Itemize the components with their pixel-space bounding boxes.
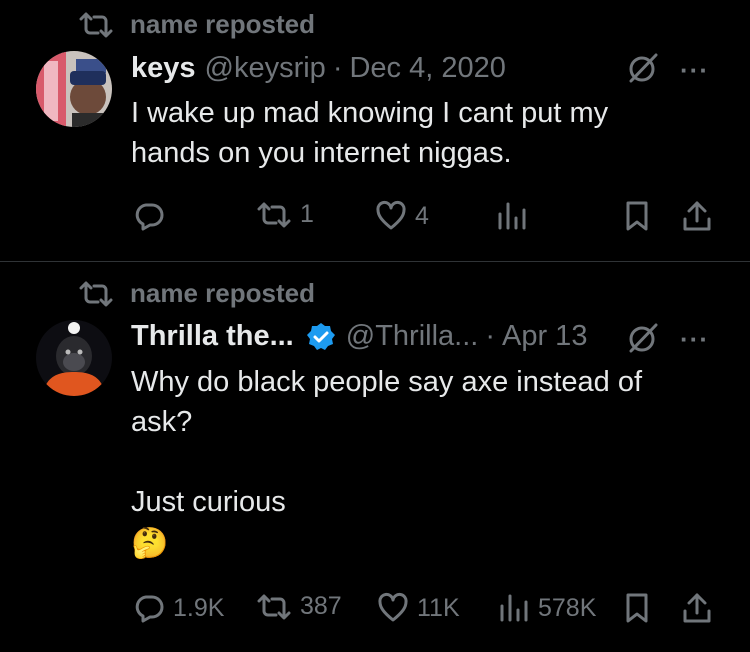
grok-icon[interactable] <box>625 320 661 356</box>
repost-indicator: name reposted <box>78 278 315 309</box>
author-name[interactable]: Thrilla the... <box>131 320 294 353</box>
more-options-icon[interactable]: ··· <box>680 55 709 86</box>
verified-icon <box>306 322 335 350</box>
repost-count: 387 <box>300 592 342 620</box>
share-button[interactable] <box>681 200 713 232</box>
separator: · <box>332 52 343 84</box>
views-button[interactable] <box>496 200 536 232</box>
like-count: 11K <box>417 593 460 622</box>
view-count: 578K <box>538 593 597 622</box>
post-text: Why do black people say axe instead of a… <box>131 366 643 518</box>
repost-icon <box>79 12 113 37</box>
avatar[interactable] <box>36 51 112 127</box>
separator: · <box>485 320 495 352</box>
repost-count: 1 <box>300 200 314 228</box>
post-1[interactable]: name reposted keys @keysrip · Dec 4, 202… <box>0 0 750 261</box>
views-icon <box>498 202 526 230</box>
like-icon <box>376 201 406 230</box>
more-options-icon[interactable]: ··· <box>680 324 709 355</box>
thinking-face-emoji: 🤔 <box>131 527 169 560</box>
grok-icon[interactable] <box>625 50 661 86</box>
author-handle[interactable]: @Thrilla... <box>346 320 479 353</box>
bookmark-button[interactable] <box>621 200 653 232</box>
reply-count: 1.9K <box>173 593 225 622</box>
views-button[interactable]: 578K <box>498 592 596 624</box>
reply-button[interactable] <box>133 200 173 232</box>
like-button[interactable]: 4 <box>375 200 429 232</box>
post-date[interactable]: Dec 4, 2020 <box>349 52 505 85</box>
repost-button[interactable]: 1 <box>256 200 314 229</box>
reply-icon <box>135 595 164 623</box>
share-icon <box>683 201 711 231</box>
repost-indicator: name reposted <box>78 9 315 40</box>
reply-icon <box>135 203 164 231</box>
views-icon <box>500 594 528 622</box>
reply-button[interactable]: 1.9K <box>133 592 224 624</box>
bookmark-icon <box>626 201 648 231</box>
bookmark-icon <box>626 593 648 623</box>
repost-icon <box>257 202 291 227</box>
like-button[interactable]: 11K <box>377 592 460 624</box>
share-button[interactable] <box>681 592 713 624</box>
like-count: 4 <box>415 201 429 230</box>
post-date[interactable]: Apr 13 <box>502 320 587 353</box>
post-text: I wake up mad knowing I cant put my hand… <box>131 97 609 169</box>
post-2[interactable]: name reposted Thrilla the... @Thrilla...… <box>0 262 750 652</box>
author-name[interactable]: keys <box>131 52 196 85</box>
share-icon <box>683 593 711 623</box>
repost-label: name reposted <box>130 278 315 308</box>
repost-icon <box>79 281 113 306</box>
author-handle[interactable]: @keysrip <box>205 52 326 85</box>
like-icon <box>378 593 408 622</box>
repost-icon <box>257 594 291 619</box>
avatar[interactable] <box>36 320 112 396</box>
bookmark-button[interactable] <box>621 592 653 624</box>
repost-label: name reposted <box>130 9 315 39</box>
repost-button[interactable]: 387 <box>256 592 342 621</box>
